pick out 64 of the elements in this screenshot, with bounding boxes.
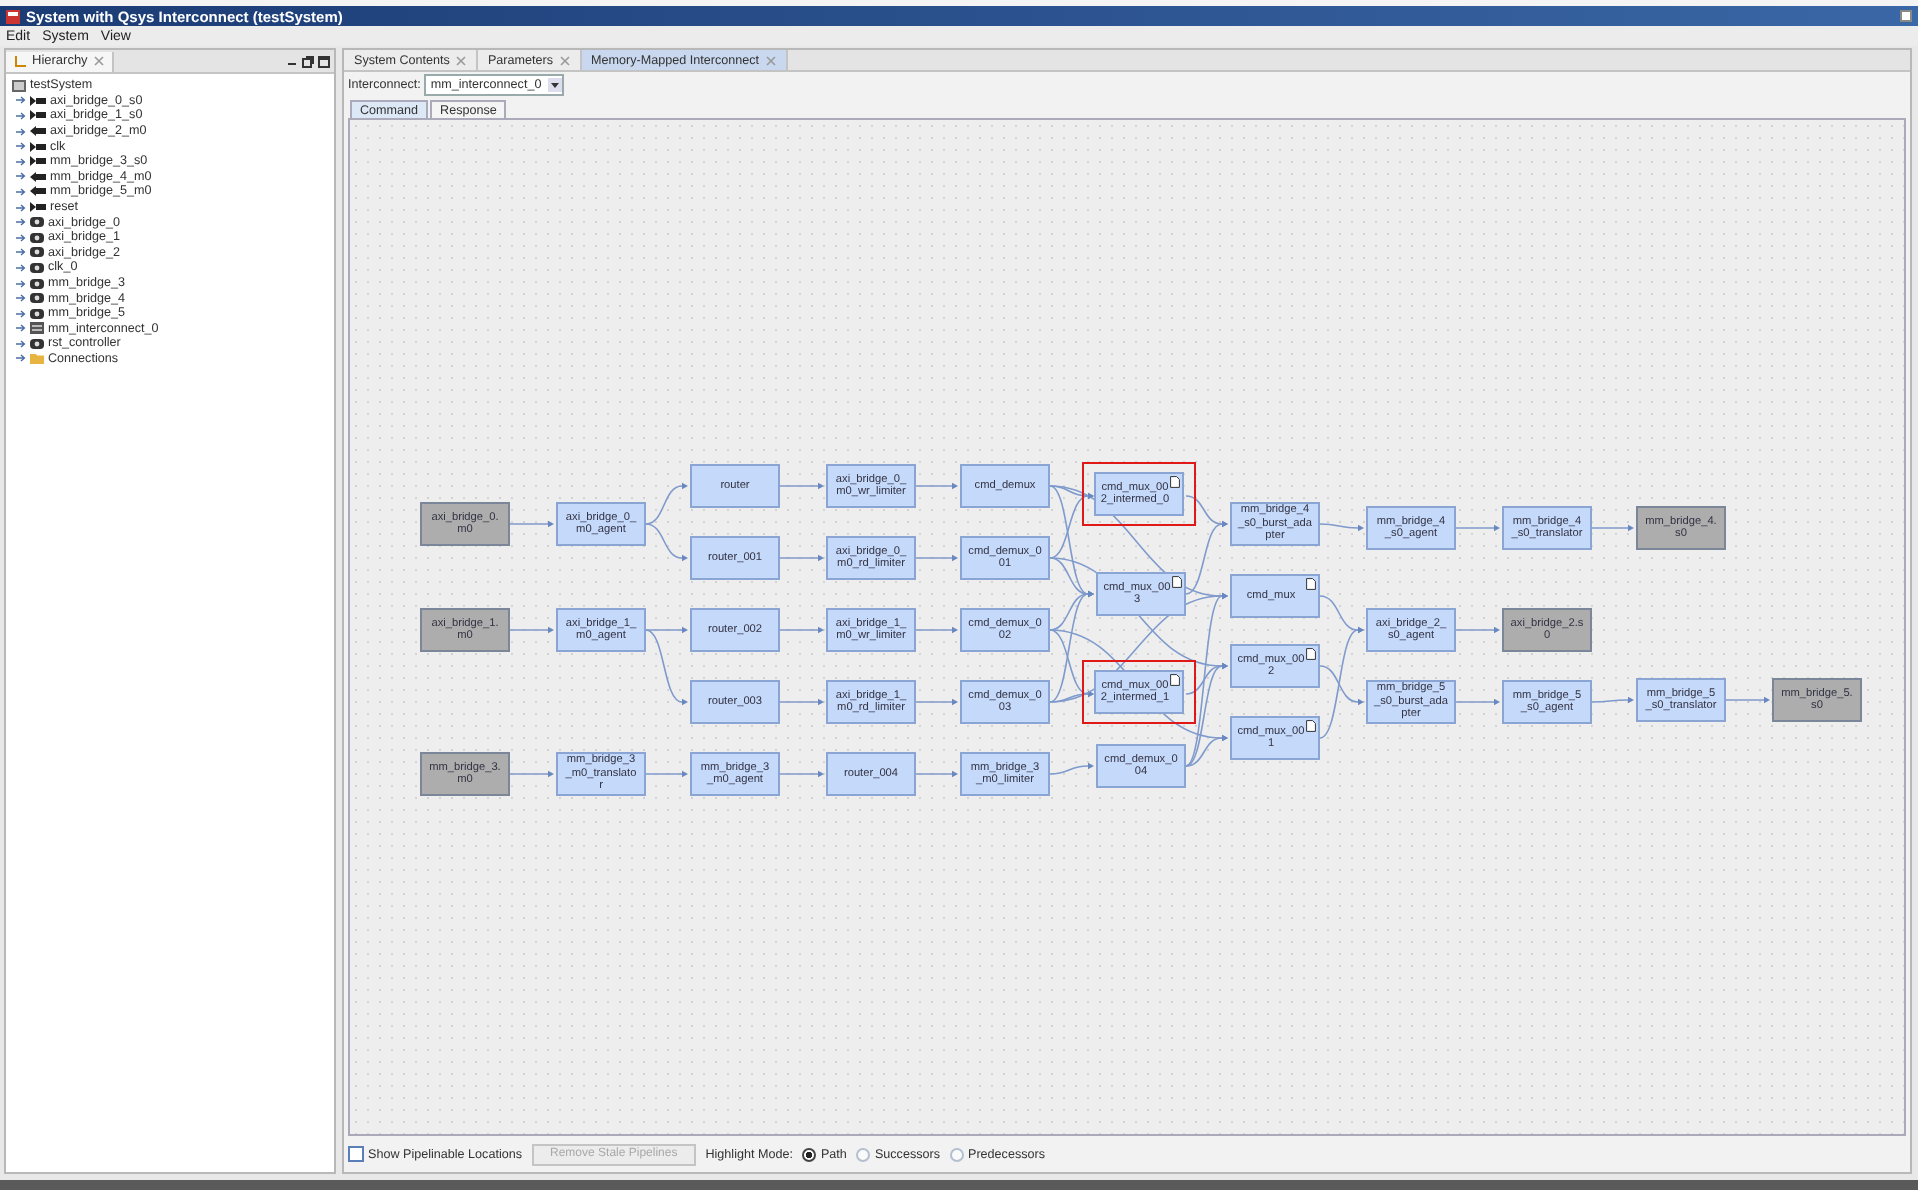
connection-arrow [645,482,688,525]
input-port-icon [30,110,46,121]
connection-arrow [1455,698,1500,706]
module-icon [30,337,44,350]
expand-arrow-icon[interactable] [16,203,26,212]
app-icon [6,9,20,23]
close-icon[interactable] [93,56,104,66]
input-port-icon [30,141,46,152]
expand-arrow-icon[interactable] [16,157,26,166]
connection-arrow [509,520,554,528]
restore-icon[interactable] [302,55,314,67]
expand-arrow-icon[interactable] [16,111,26,120]
connection-arrow [1591,524,1634,532]
expand-arrow-icon[interactable] [16,354,26,363]
connection-arrow [509,770,554,778]
hierarchy-icon [14,55,26,67]
expand-arrow-icon[interactable] [16,187,26,196]
connection-arrow [779,770,824,778]
connection-arrow [1455,626,1500,634]
connection-arrow [1455,524,1500,532]
expand-arrow-icon[interactable] [16,248,26,257]
output-port-icon [30,171,46,182]
expand-arrow-icon[interactable] [16,324,26,333]
expand-arrow-icon[interactable] [16,339,26,348]
connection-arrow [779,554,824,562]
maximize-icon[interactable] [318,55,330,67]
connection-arrow [645,770,688,778]
system-icon [12,79,26,92]
input-port-icon [30,202,46,213]
input-port-icon [30,95,46,106]
expand-arrow-icon[interactable] [16,142,26,151]
expand-arrow-icon[interactable] [16,279,26,288]
output-port-icon [30,186,46,197]
radio-button[interactable] [856,1147,871,1161]
connection-arrow [915,554,958,562]
radio-button[interactable] [802,1147,817,1161]
connection-arrow [915,698,958,706]
connection-arrow [645,523,688,562]
connection-arrow [915,626,958,634]
folder-icon [30,352,44,365]
checkbox[interactable] [348,1146,364,1162]
expand-arrow-icon[interactable] [16,309,26,318]
expand-arrow-icon[interactable] [16,127,26,136]
interconnect-icon [30,322,44,335]
output-port-icon [30,126,46,137]
connection-arrow [779,482,824,490]
radio-button[interactable] [950,1147,964,1161]
expand-arrow-icon[interactable] [16,263,26,272]
connection-arrow [1725,696,1770,704]
connection-arrow [1049,762,1094,775]
connection-arrow [915,770,958,778]
connection-arrow [779,626,824,634]
input-port-icon [30,156,46,167]
connection-arrow [915,482,958,490]
expand-arrow-icon[interactable] [16,294,26,303]
connection-arrow [1319,523,1364,532]
dropdown-arrow-icon [547,78,562,92]
connection-arrow [1591,696,1634,704]
expand-arrow-icon[interactable] [16,218,26,227]
connection-arrow [779,698,824,706]
expand-arrow-icon[interactable] [16,233,26,242]
connection-arrow [509,626,554,634]
expand-arrow-icon[interactable] [16,96,26,105]
expand-arrow-icon[interactable] [16,172,26,181]
